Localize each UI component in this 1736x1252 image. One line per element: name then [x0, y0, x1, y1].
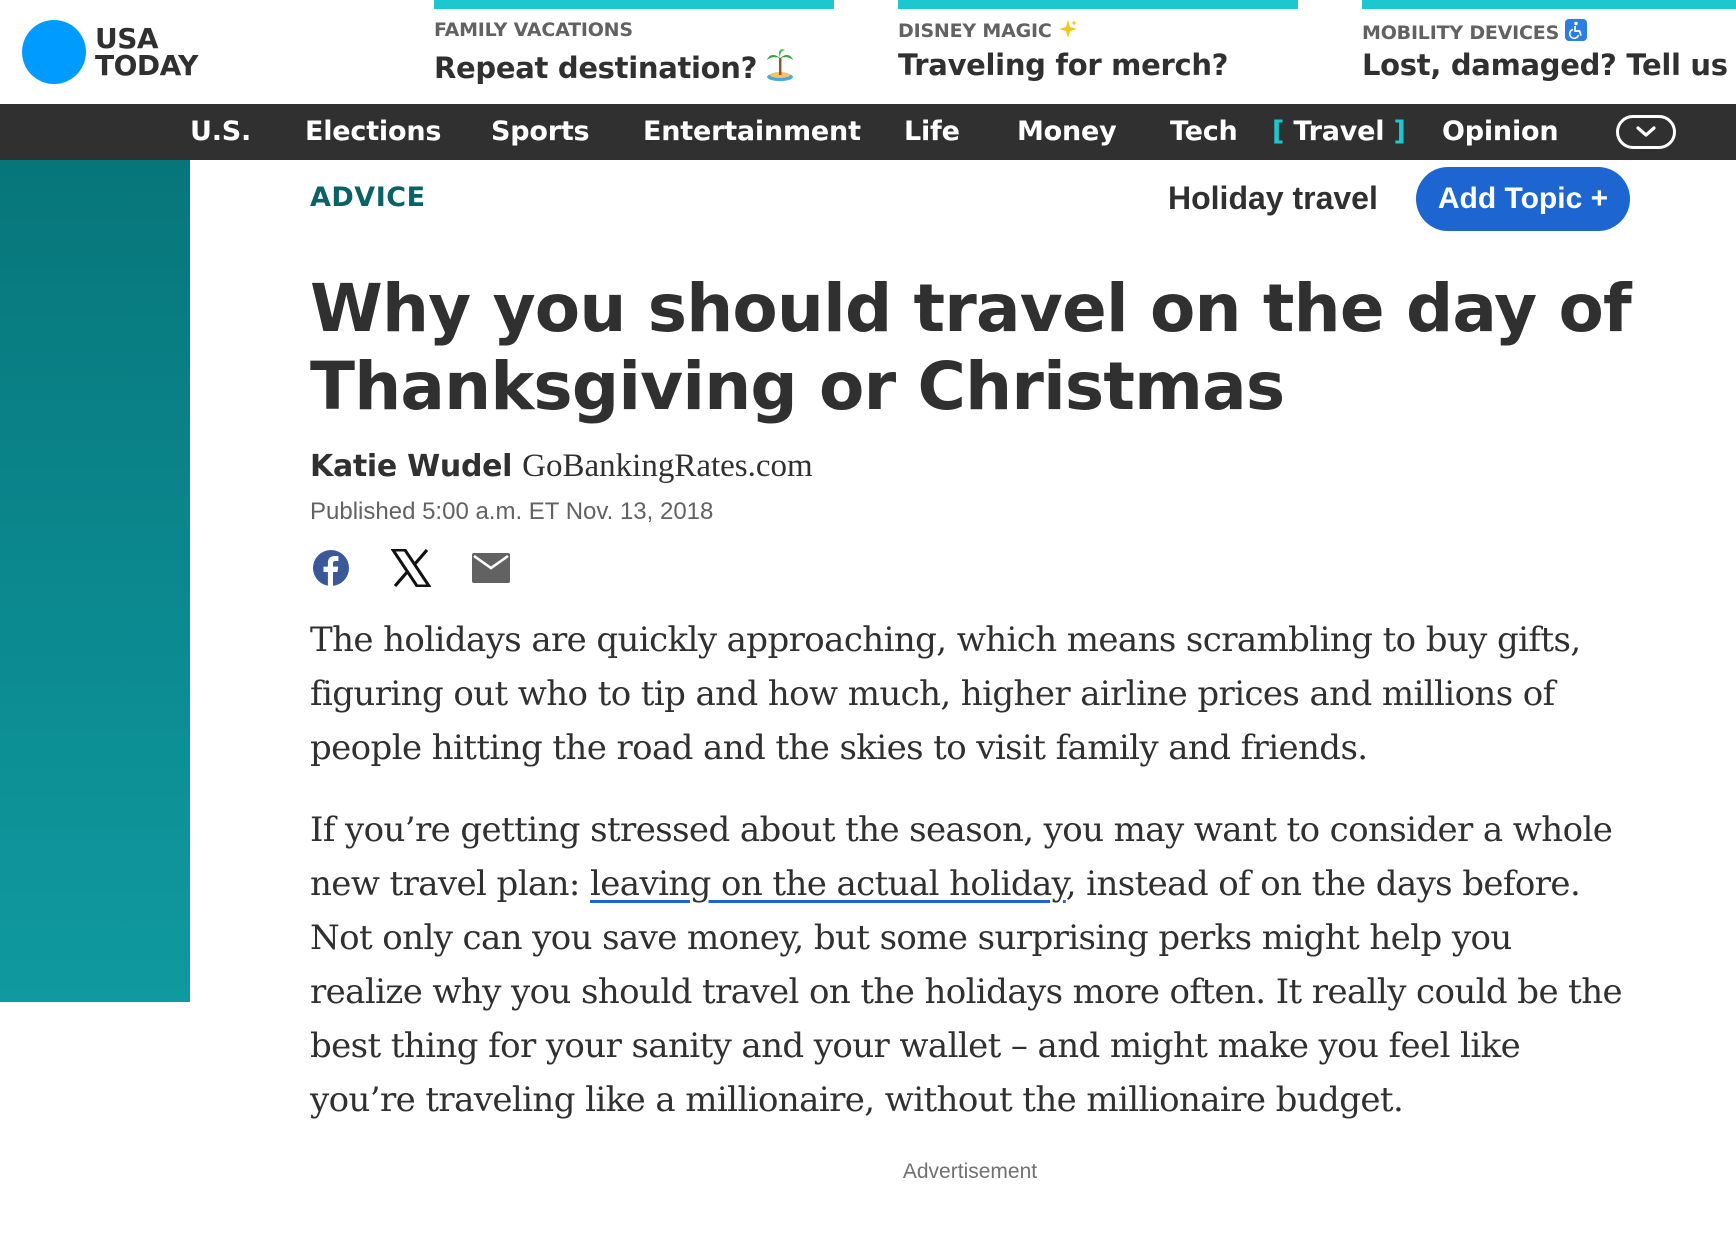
promo-family-vacations[interactable]: FAMILY VACATIONS Repeat destination? [434, 0, 834, 96]
left-rail [0, 160, 190, 1002]
promo-disney-magic[interactable]: DISNEY MAGIC Traveling for merch? [898, 0, 1298, 96]
nav-item-life[interactable]: Life [904, 104, 960, 160]
top-header: USA TODAY FAMILY VACATIONS Repeat destin… [0, 0, 1736, 104]
promo-title: Traveling for merch? [898, 48, 1229, 82]
desert-island-icon [765, 48, 795, 89]
share-email-button[interactable] [470, 547, 512, 589]
article-headline: Why you should travel on the day of Than… [310, 270, 1632, 425]
usa-today-logo[interactable]: USA TODAY [22, 20, 198, 84]
promo-kicker: FAMILY VACATIONS [434, 19, 633, 41]
article-paragraph: The holidays are quickly approaching, wh… [310, 620, 1581, 768]
share-facebook-button[interactable] [310, 547, 352, 589]
x-icon [391, 549, 431, 587]
nav-item-sports[interactable]: Sports [491, 104, 590, 160]
logo-dot [22, 20, 86, 84]
main-nav: U.S. Elections Sports Entertainment Life… [0, 104, 1736, 160]
author-name[interactable]: Katie Wudel [310, 449, 512, 484]
leaving-on-holiday-link[interactable]: leaving on the actual holiday [590, 864, 1066, 904]
chevron-down-icon [1636, 126, 1656, 137]
promo-title: Repeat destination? [434, 48, 795, 89]
nav-item-us[interactable]: U.S. [190, 104, 251, 160]
published-date: Published 5:00 a.m. ET Nov. 13, 2018 [310, 498, 714, 525]
email-icon [472, 553, 510, 583]
nav-item-elections[interactable]: Elections [305, 104, 441, 160]
topic-link[interactable]: Holiday travel [1168, 180, 1378, 217]
logo-line-2: TODAY [95, 49, 198, 82]
article-paragraph: If you’re getting stressed about the sea… [310, 803, 1630, 1127]
logo-wordmark: USA TODAY [95, 22, 198, 82]
promo-kicker: DISNEY MAGIC [898, 19, 1078, 44]
nav-item-travel-label: Travel [1293, 116, 1385, 147]
promo-title: Lost, damaged? Tell us [1362, 48, 1728, 82]
promo-kicker: MOBILITY DEVICES [1362, 19, 1588, 46]
nav-item-travel[interactable]: [ Travel ] [1272, 104, 1406, 160]
promo-accent-bar [1362, 0, 1736, 9]
promo-accent-bar [898, 0, 1298, 9]
nav-item-entertainment[interactable]: Entertainment [643, 104, 861, 160]
byline: Katie Wudel GoBankingRates.com [310, 448, 813, 485]
wheelchair-icon [1565, 19, 1588, 46]
sparkles-icon [1058, 19, 1078, 44]
logo-line-1: USA [95, 22, 159, 55]
section-label[interactable]: ADVICE [310, 182, 426, 213]
active-bracket-close: ] [1393, 116, 1406, 147]
add-topic-button[interactable]: Add Topic + [1416, 167, 1630, 231]
author-source: GoBankingRates.com [522, 448, 813, 484]
promo-mobility-devices[interactable]: MOBILITY DEVICES Lost, damaged? Tell us [1362, 0, 1736, 96]
nav-item-money[interactable]: Money [1017, 104, 1117, 160]
active-bracket-open: [ [1272, 116, 1285, 147]
nav-item-tech[interactable]: Tech [1170, 104, 1238, 160]
nav-more-button[interactable] [1616, 115, 1676, 149]
facebook-icon [313, 550, 349, 586]
share-x-button[interactable] [390, 547, 432, 589]
advertisement-label: Advertisement [902, 1160, 1038, 1183]
promo-accent-bar [434, 0, 834, 9]
nav-item-opinion[interactable]: Opinion [1442, 104, 1559, 160]
